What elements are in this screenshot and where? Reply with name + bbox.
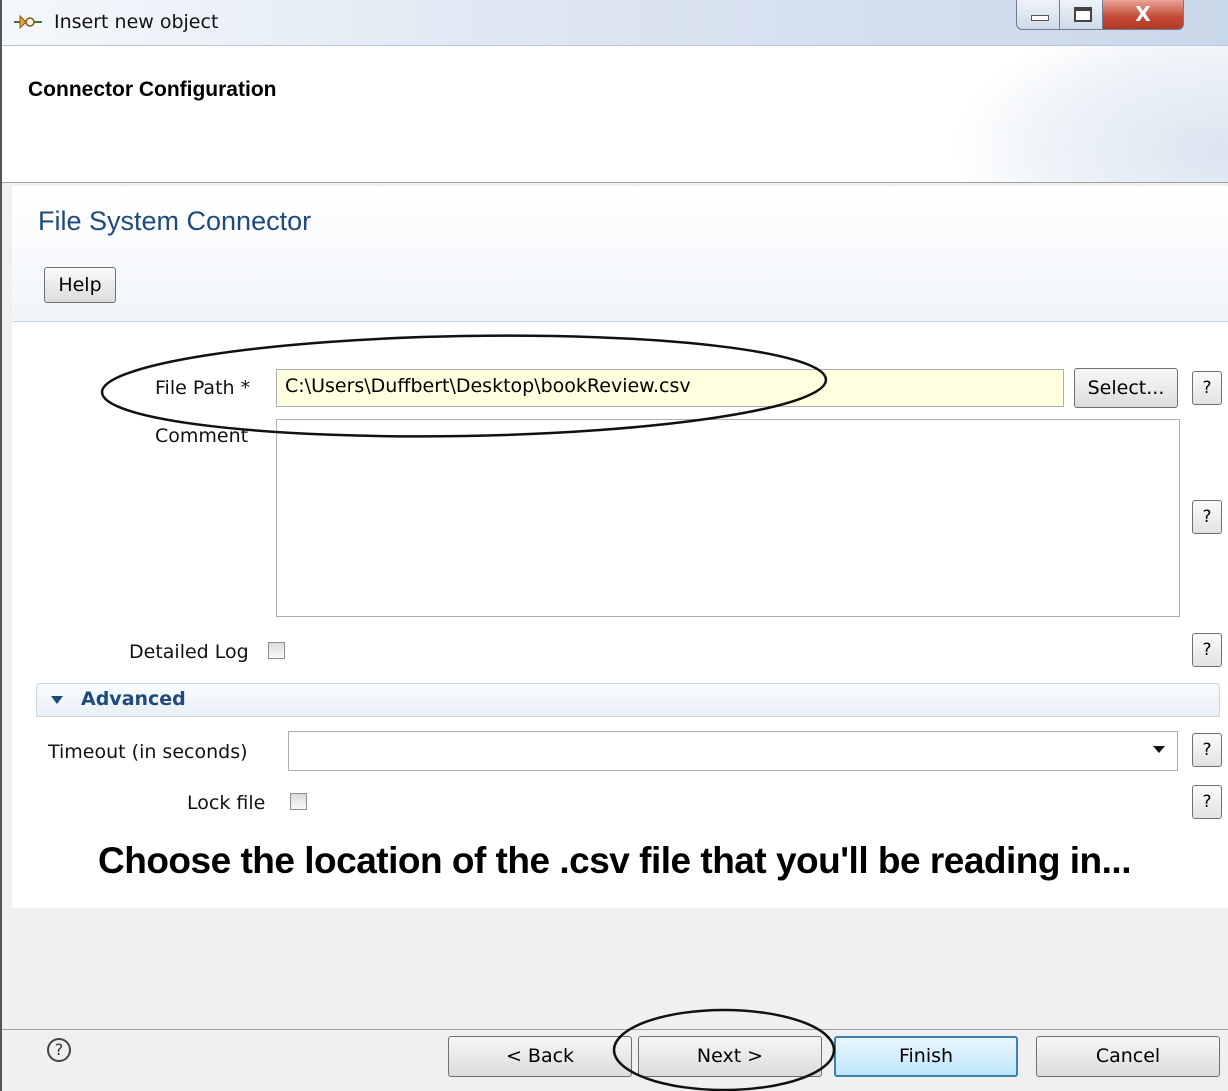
timeout-help-button[interactable]: ? [1192,733,1222,767]
tutorial-caption: Choose the location of the .csv file tha… [98,840,1131,881]
advanced-label: Advanced [81,688,186,710]
wizard-page-title: Connector Configuration [28,78,277,101]
maximize-button[interactable] [1059,0,1103,30]
lock-file-checkbox[interactable] [290,793,307,810]
timeout-label: Timeout (in seconds) [48,741,248,763]
file-path-help-button[interactable]: ? [1192,371,1222,405]
comment-help-button[interactable]: ? [1192,500,1222,534]
minimize-icon [1031,15,1049,21]
wizard-header: Connector Configuration [2,46,1228,183]
lock-file-help-button[interactable]: ? [1192,785,1222,819]
select-file-button[interactable]: Select... [1074,368,1178,408]
title-bar: Insert new object X [2,0,1228,46]
cancel-button[interactable]: Cancel [1036,1036,1220,1077]
advanced-section-header[interactable]: Advanced [36,683,1220,717]
detailed-log-checkbox[interactable] [268,642,285,659]
window-title: Insert new object [54,11,219,33]
maximize-icon [1074,7,1092,22]
comment-label: Comment [155,425,249,447]
comment-textarea[interactable] [276,419,1180,617]
dropdown-arrow-icon[interactable] [1153,746,1165,753]
back-button[interactable]: < Back [448,1036,632,1077]
panel-header: File System Connector Help [12,186,1228,322]
connector-panel: File System Connector Help File Path * C… [12,186,1228,908]
detailed-log-label: Detailed Log [129,641,249,663]
dialog-window: Insert new object X Connector Configurat… [0,0,1228,1091]
minimize-button[interactable] [1016,0,1060,30]
header-decoration [950,46,1228,182]
finish-button[interactable]: Finish [834,1036,1018,1077]
help-button[interactable]: Help [44,267,116,303]
file-path-input[interactable]: C:\Users\Duffbert\Desktop\bookReview.csv [276,369,1064,407]
connector-icon [14,14,42,30]
expand-triangle-icon [51,696,63,704]
close-icon: X [1135,2,1151,26]
detailed-log-help-button[interactable]: ? [1192,633,1222,667]
panel-title: File System Connector [38,206,312,236]
file-path-label: File Path * [155,377,251,399]
lock-file-label: Lock file [187,792,266,814]
help-circle-icon[interactable]: ? [47,1038,71,1062]
file-path-value: C:\Users\Duffbert\Desktop\bookReview.csv [285,375,691,397]
close-button[interactable]: X [1102,0,1184,30]
next-button[interactable]: Next > [638,1036,822,1077]
timeout-combobox[interactable] [288,731,1178,771]
